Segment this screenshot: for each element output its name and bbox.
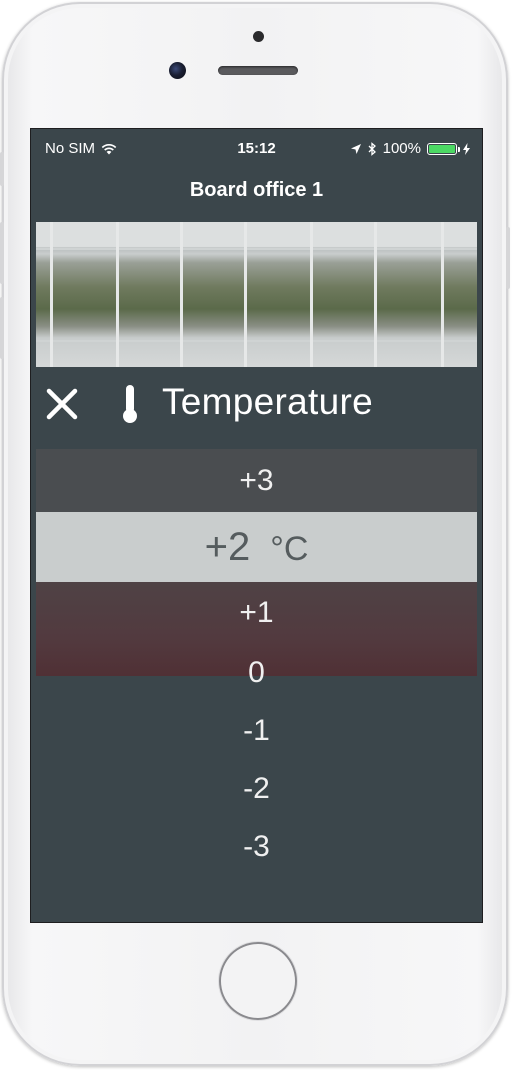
- charging-bolt-icon: [463, 142, 470, 155]
- battery-fill: [429, 144, 455, 153]
- volume-up-button: [0, 222, 4, 284]
- status-right: 100%: [350, 140, 470, 157]
- home-button[interactable]: [219, 942, 297, 1020]
- control-title: Temperature: [162, 381, 374, 422]
- battery-icon: [427, 142, 460, 155]
- bluetooth-icon: [368, 141, 376, 156]
- earpiece-speaker: [218, 66, 298, 75]
- room-title: Board office 1: [189, 179, 324, 201]
- power-button: [506, 227, 510, 289]
- window-mullion: [50, 222, 53, 367]
- window-mullion: [441, 222, 444, 367]
- window-mullion: [244, 222, 247, 367]
- unit-label: °C: [270, 530, 309, 568]
- picker-option-minus3[interactable]: -3: [36, 818, 477, 876]
- selected-value: +2: [204, 525, 251, 569]
- volume-down-button: [0, 297, 4, 359]
- picker-option-plus3[interactable]: +3: [36, 449, 477, 512]
- thermometer-icon: [123, 385, 137, 423]
- battery-percent: 100%: [382, 140, 421, 157]
- picker-option-minus2[interactable]: -2: [36, 760, 477, 818]
- control-header: Temperature: [31, 367, 482, 449]
- picker-option-0[interactable]: 0: [36, 644, 477, 702]
- room-photo: [36, 222, 477, 367]
- window-mullion: [310, 222, 313, 367]
- picker-option-plus1[interactable]: +1: [36, 582, 477, 644]
- proximity-sensor: [253, 31, 264, 42]
- close-icon[interactable]: [45, 387, 79, 421]
- window-mullion: [374, 222, 377, 367]
- window-mullion: [116, 222, 119, 367]
- photo-frame-line: [36, 340, 477, 342]
- photo-frame-line: [36, 248, 477, 250]
- status-bar: No SIM 15:12 100%: [31, 129, 482, 167]
- battery-tip: [458, 146, 460, 152]
- location-arrow-icon: [350, 143, 361, 154]
- screen: No SIM 15:12 100% Board office 1 Tempera…: [31, 129, 482, 922]
- picker-option-selected[interactable]: +2 °C: [36, 512, 477, 582]
- window-mullion: [180, 222, 183, 367]
- picker-option-minus1[interactable]: -1: [36, 702, 477, 760]
- front-camera: [169, 62, 186, 79]
- side-button: [0, 152, 4, 186]
